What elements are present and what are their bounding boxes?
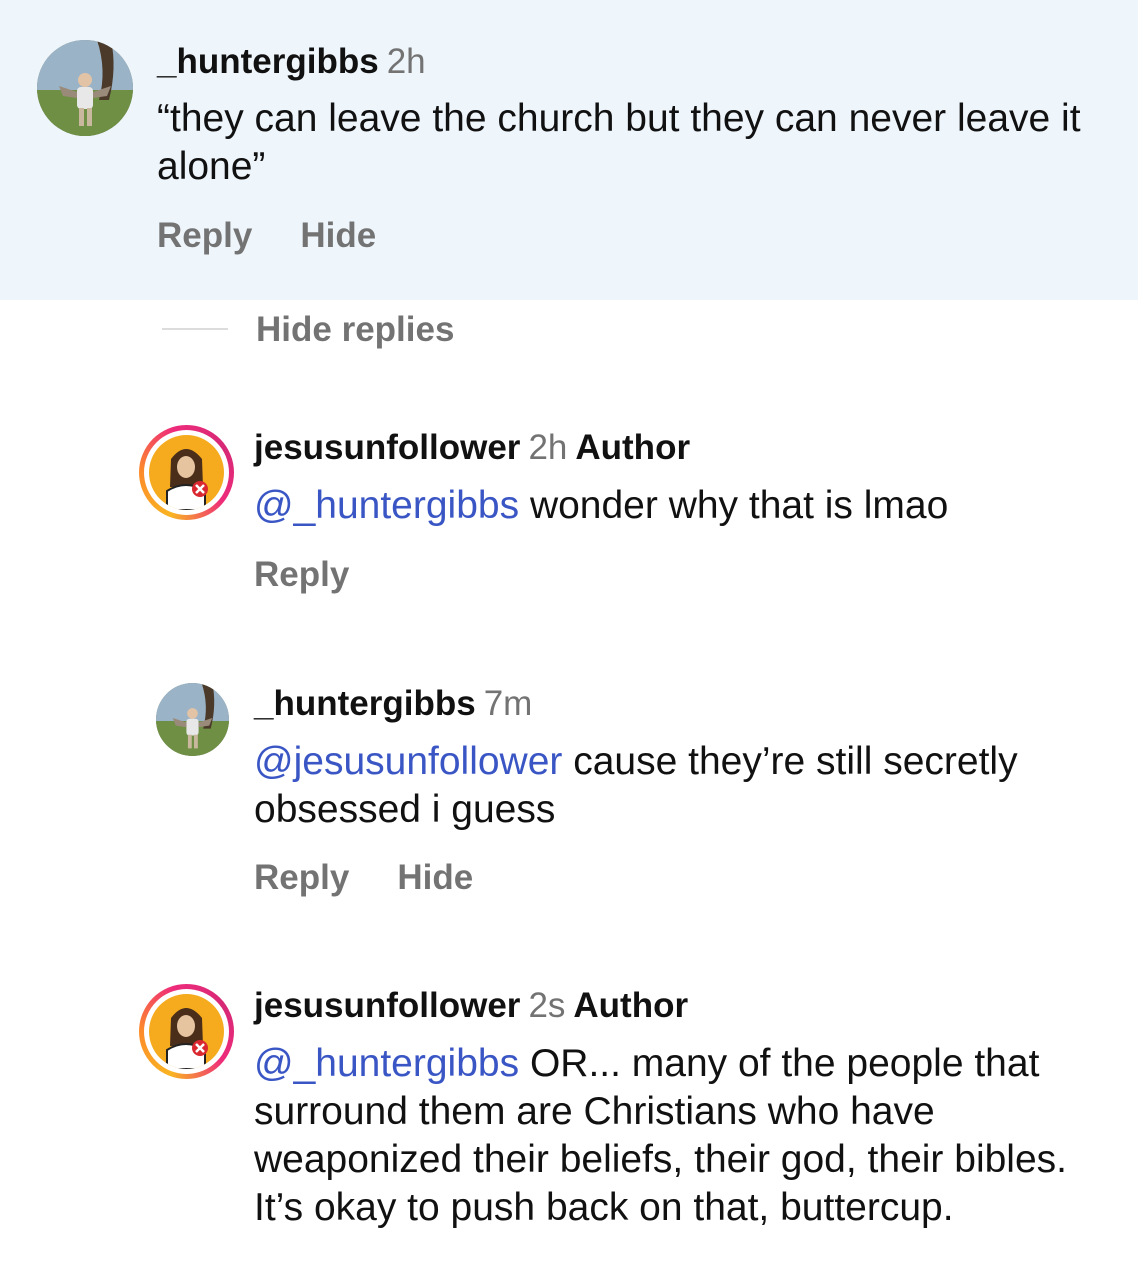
timestamp: 2h bbox=[386, 42, 426, 81]
comment-actions: Reply Hide bbox=[157, 216, 424, 256]
story-avatar[interactable] bbox=[139, 984, 234, 1079]
comment-header: jesusunfollower 2s Author bbox=[254, 986, 688, 1026]
username[interactable]: _huntergibbs bbox=[157, 42, 379, 81]
comment-body: “they can leave the church but they can … bbox=[157, 97, 1081, 188]
comment-text: @_huntergibbs wonder why that is lmao bbox=[254, 482, 1124, 530]
author-badge: Author bbox=[573, 986, 689, 1025]
reply-button[interactable]: Reply bbox=[254, 555, 349, 594]
comment-text: @jesusunfollower cause they’re still sec… bbox=[254, 738, 1124, 834]
timestamp: 2h bbox=[528, 428, 568, 467]
hide-button[interactable]: Hide bbox=[300, 216, 376, 255]
comment-header: _huntergibbs 2h bbox=[157, 42, 426, 82]
avatar[interactable] bbox=[37, 40, 133, 136]
mention-link[interactable]: @jesusunfollower bbox=[254, 740, 562, 783]
reply-button[interactable]: Reply bbox=[254, 858, 349, 897]
comment-text: @_huntergibbs OR... many of the people t… bbox=[254, 1040, 1124, 1232]
username[interactable]: jesusunfollower bbox=[254, 986, 520, 1025]
person-photo-icon bbox=[156, 683, 229, 756]
hide-replies-button[interactable]: Hide replies bbox=[256, 310, 454, 350]
mention-link[interactable]: @_huntergibbs bbox=[254, 1042, 519, 1085]
comment-actions: Reply Hide bbox=[254, 858, 521, 898]
comment-actions: Reply bbox=[254, 555, 397, 595]
mention-link[interactable]: @_huntergibbs bbox=[254, 484, 519, 527]
story-avatar[interactable] bbox=[139, 425, 234, 520]
divider-line bbox=[162, 328, 228, 330]
comment-header: _huntergibbs 7m bbox=[254, 684, 532, 724]
username[interactable]: jesusunfollower bbox=[254, 428, 520, 467]
hide-button[interactable]: Hide bbox=[397, 858, 473, 897]
comment-header: jesusunfollower 2h Author bbox=[254, 428, 690, 468]
jesus-unfollow-icon bbox=[166, 449, 208, 510]
author-badge: Author bbox=[575, 428, 691, 467]
timestamp: 7m bbox=[483, 684, 533, 723]
timestamp: 2s bbox=[528, 986, 566, 1025]
avatar[interactable] bbox=[156, 683, 229, 756]
reply-button[interactable]: Reply bbox=[157, 216, 252, 255]
comment-text: “they can leave the church but they can … bbox=[157, 95, 1097, 191]
person-photo-icon bbox=[37, 40, 133, 136]
jesus-unfollow-icon bbox=[166, 1008, 208, 1069]
comment-body: wonder why that is lmao bbox=[519, 484, 949, 527]
username[interactable]: _huntergibbs bbox=[254, 684, 476, 723]
